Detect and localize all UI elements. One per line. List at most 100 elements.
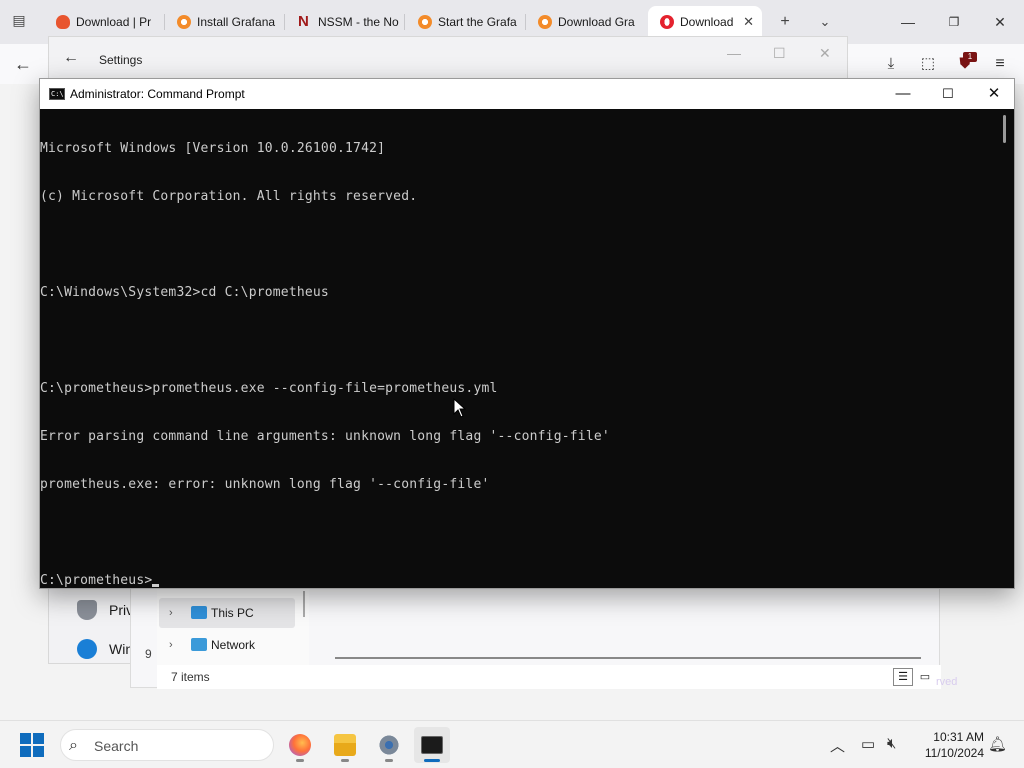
browser-tab[interactable]: Install Grafana: [165, 6, 279, 38]
running-indicator: [424, 759, 440, 762]
clock-date: 11/10/2024: [924, 746, 984, 760]
desktop-watermark: rved: [936, 676, 958, 688]
terminal-line: C:\prometheus>prometheus.exe --config-fi…: [40, 381, 498, 396]
system-clock[interactable]: 10:31 AM 11/10/2024: [914, 729, 984, 761]
terminal-line: prometheus.exe: error: unknown long flag…: [40, 477, 490, 492]
monitor-icon: [191, 606, 207, 619]
running-indicator: [385, 759, 393, 762]
menu-icon[interactable]: ≡: [987, 52, 1013, 76]
tab-list-icon[interactable]: ▤: [8, 12, 30, 32]
cmd-window-title: Administrator: Command Prompt: [70, 87, 245, 101]
download-icon[interactable]: ⤓: [878, 52, 904, 76]
details-view-icon[interactable]: ☰: [893, 668, 913, 686]
command-prompt-icon: C:\: [49, 88, 65, 100]
running-indicator: [296, 759, 304, 762]
network-icon: [191, 638, 207, 651]
tab-label: Download | Pr: [76, 15, 152, 29]
new-tab-icon[interactable]: +: [774, 12, 796, 32]
close-icon[interactable]: ✕: [819, 45, 831, 62]
tab-label: Start the Grafa: [438, 15, 517, 29]
terminal-line: Microsoft Windows [Version 10.0.26100.17…: [40, 141, 386, 156]
grafana-icon: [418, 15, 432, 29]
windows-update-icon: [77, 639, 97, 659]
minimize-icon[interactable]: —: [896, 12, 920, 32]
command-prompt-window[interactable]: C:\ Administrator: Command Prompt — ☐ ✕ …: [39, 78, 1015, 589]
status-bar: 7 items ☰ ▭: [157, 665, 941, 689]
taskbar-search-box[interactable]: ⌕ Search: [60, 729, 274, 761]
close-icon[interactable]: ✕: [988, 12, 1012, 32]
back-arrow-icon[interactable]: ←: [63, 49, 79, 67]
flame-icon: [56, 15, 70, 29]
chevron-down-icon[interactable]: ⌄: [814, 12, 836, 32]
nav-this-pc[interactable]: › This PC: [159, 598, 295, 628]
cmd-glyph: [421, 736, 443, 754]
grafana-icon: [177, 15, 191, 29]
pane-splitter[interactable]: [303, 591, 305, 617]
navigation-pane: › This PC › Network: [157, 585, 309, 665]
search-icon: ⌕: [69, 737, 78, 754]
firefox-icon[interactable]: [282, 727, 318, 763]
tiles-view-icon[interactable]: ▭: [915, 668, 935, 686]
tab-label: Download Gra: [558, 15, 635, 29]
browser-tab[interactable]: N NSSM - the No: [286, 6, 400, 38]
command-input-line[interactable]: C:\prometheus>: [40, 573, 1000, 588]
browser-tab[interactable]: Start the Grafa: [406, 6, 520, 38]
gear-glyph: [378, 734, 400, 756]
volume-muted-icon[interactable]: 🔇︎: [887, 735, 896, 752]
status-text: 7 items: [171, 670, 210, 684]
tab-separator: [404, 14, 405, 30]
chevron-right-icon[interactable]: ›: [169, 630, 173, 660]
tab-label: Install Grafana: [197, 15, 276, 29]
extensions-icon[interactable]: ⬚: [915, 52, 941, 76]
clock-time: 10:31 AM: [933, 730, 984, 744]
extension-badge: 1: [963, 52, 977, 62]
browser-tab[interactable]: Download Gra: [526, 6, 640, 38]
horizontal-scrollbar[interactable]: [335, 657, 921, 659]
terminal-line: C:\Windows\System32>cd C:\prometheus: [40, 285, 329, 300]
restore-icon[interactable]: ❐: [942, 12, 966, 32]
settings-gear-icon[interactable]: [371, 727, 407, 763]
mouse-pointer-icon: [453, 398, 467, 418]
vertical-scrollbar[interactable]: [1003, 115, 1006, 143]
cmd-title-bar[interactable]: C:\ Administrator: Command Prompt — ☐ ✕: [40, 79, 1014, 109]
file-explorer-window: 9 › This PC › Network 7 items ☰ ▭: [130, 584, 941, 689]
maximize-icon[interactable]: ☐: [773, 45, 786, 62]
tab-label: Download: [680, 15, 734, 29]
network-display-icon[interactable]: ▭: [861, 735, 875, 753]
back-arrow-icon[interactable]: ←: [10, 52, 36, 76]
browser-tab[interactable]: Download | Pr: [44, 6, 158, 38]
close-tab-icon[interactable]: ✕: [743, 6, 754, 38]
notification-bell-icon[interactable]: 🔔︎: [988, 735, 1007, 753]
tab-separator: [284, 14, 285, 30]
prompt-text: C:\prometheus>: [40, 573, 153, 588]
shield-icon: [77, 600, 97, 620]
folder-glyph: [334, 734, 356, 756]
nssm-icon: N: [298, 13, 309, 30]
command-prompt-icon[interactable]: [414, 727, 450, 763]
grafana-icon: [538, 15, 552, 29]
terminal-output[interactable]: Microsoft Windows [Version 10.0.26100.17…: [40, 109, 1000, 588]
chevron-right-icon[interactable]: ›: [169, 598, 173, 628]
nav-label: Network: [211, 638, 256, 652]
nav-label: This PC: [211, 606, 254, 620]
item-count-partial: 9: [145, 647, 152, 661]
file-explorer-icon[interactable]: [327, 727, 363, 763]
opera-icon: [660, 15, 674, 29]
browser-tab-active[interactable]: Download ✕: [648, 6, 762, 38]
terminal-line: (c) Microsoft Corporation. All rights re…: [40, 189, 418, 204]
search-placeholder: Search: [94, 738, 139, 754]
close-icon[interactable]: ✕: [979, 83, 1009, 105]
nav-network[interactable]: › Network: [159, 630, 295, 660]
minimize-icon[interactable]: —: [727, 45, 741, 61]
minimize-icon[interactable]: —: [888, 83, 918, 105]
terminal-line: Error parsing command line arguments: un…: [40, 429, 610, 444]
text-cursor: [152, 584, 160, 587]
windows-start-icon[interactable]: [20, 733, 44, 757]
chevron-up-icon[interactable]: ︿: [830, 735, 845, 756]
tab-label: NSSM - the No: [318, 15, 399, 29]
settings-title: Settings: [99, 53, 143, 67]
firefox-glyph: [289, 734, 311, 756]
maximize-icon[interactable]: ☐: [933, 83, 963, 105]
